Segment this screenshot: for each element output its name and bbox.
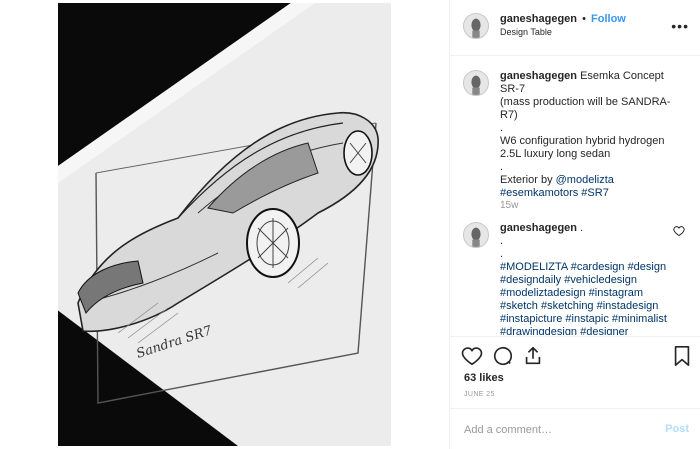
post-photo[interactable]: Sandra SR7 [58,3,391,446]
caption-dot1: . [500,122,504,134]
user-line: ganeshagegen • Follow [500,13,626,25]
comment-first: . [580,222,584,234]
caption-dot2: . [500,161,504,173]
hashtag-line[interactable]: #MODELIZTA #cardesign #design [500,261,680,274]
exterior-prefix: Exterior by [500,174,553,186]
heart-icon[interactable] [461,345,483,367]
caption-timestamp[interactable]: 15w [500,200,518,211]
add-comment-input[interactable] [464,421,644,439]
comment-icon[interactable] [492,345,514,367]
avatar[interactable] [463,222,489,248]
hashtag-line[interactable]: #designdaily #vehicledesign [500,274,680,287]
post-date: JUNE 25 [464,391,495,398]
username-link[interactable]: ganeshagegen [500,13,577,25]
caption-text: ganeshagegen Esemka Concept SR-7 (mass p… [500,70,680,200]
comment-dot: . [500,248,504,260]
hashtag-line[interactable]: #drawingdesign #designer [500,326,680,335]
comment-username[interactable]: ganeshagegen [500,222,577,234]
share-icon[interactable] [522,345,544,367]
caption-line2: (mass production will be SANDRA-R7) [500,96,671,121]
post-comment-button[interactable]: Post [665,423,689,435]
comments-list[interactable]: ganeshagegen Esemka Concept SR-7 (mass p… [450,57,700,335]
hashtag-line[interactable]: #modeliztadesign #instagram [500,287,680,300]
location-link[interactable]: Design Table [500,27,552,37]
car-sketch-image: Sandra SR7 [58,3,391,446]
comment-dot: . [500,235,504,247]
separator-dot: • [582,13,586,25]
post-header: ganeshagegen • Follow Design Table ••• [450,0,700,56]
avatar[interactable] [463,13,489,39]
bookmark-icon[interactable] [671,345,693,367]
post-side-panel: ganeshagegen • Follow Design Table ••• g… [449,0,700,449]
action-bar [450,336,700,371]
follow-button[interactable]: Follow [591,13,626,25]
mention-link[interactable]: @modelizta [556,174,614,186]
add-comment-row: Post [450,408,700,449]
more-options-icon[interactable]: ••• [671,18,689,34]
comment-text: ganeshagegen . . . #MODELIZTA #cardesign… [500,222,680,335]
hashtag-line[interactable]: #instapicture #instapic #minimalist [500,313,680,326]
hashtag-line[interactable]: #sketch #sketching #instadesign [500,300,680,313]
likes-count[interactable]: 63 likes [464,372,504,384]
comment-like-heart-icon[interactable] [673,225,685,237]
photo-pane: Sandra SR7 [0,0,449,449]
caption-username[interactable]: ganeshagegen [500,70,577,82]
caption-line3: W6 configuration hybrid hydrogen 2.5L lu… [500,135,665,160]
avatar[interactable] [463,70,489,96]
caption-hashtags[interactable]: #esemkamotors #SR7 [500,187,680,200]
